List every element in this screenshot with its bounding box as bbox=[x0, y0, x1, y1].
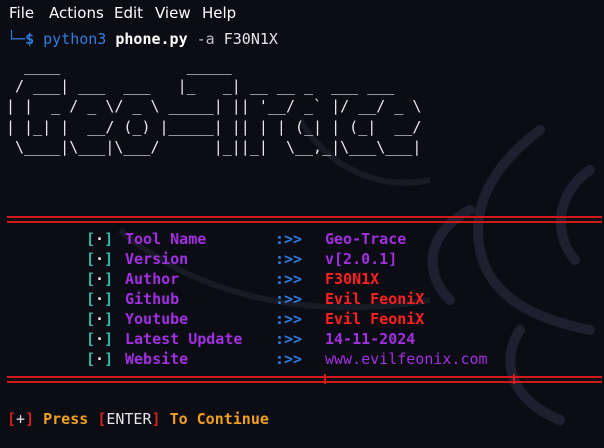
row-bracket-close: ] bbox=[104, 350, 114, 368]
enter-key-label: ENTER bbox=[106, 410, 152, 428]
info-key: Website bbox=[125, 350, 189, 368]
row-bullet: · bbox=[95, 250, 105, 268]
info-row: [·] Github :>> Evil FeoniX bbox=[86, 289, 424, 309]
top-divider bbox=[7, 216, 602, 218]
info-key: Github bbox=[125, 290, 180, 308]
info-separator: :>> bbox=[275, 330, 303, 348]
divider-column-mark bbox=[324, 374, 326, 384]
info-row: [·] Version :>> v[2.0.1] bbox=[86, 249, 397, 269]
continue-label: To Continue bbox=[169, 410, 269, 428]
info-key: Author bbox=[125, 270, 180, 288]
info-row: [·] Author :>> F30N1X bbox=[86, 269, 379, 289]
info-separator: :>> bbox=[275, 310, 303, 328]
terminal-output[interactable]: └─$ python3 phone.py -a F30N1X ____ ____… bbox=[0, 0, 604, 448]
row-bracket-close: ] bbox=[104, 270, 114, 288]
info-row: [·] Latest Update :>> 14-11-2024 bbox=[86, 329, 415, 349]
info-key: Youtube bbox=[125, 310, 189, 328]
row-bracket-open: [ bbox=[86, 290, 96, 308]
menu-actions[interactable]: Actions bbox=[49, 4, 104, 22]
info-separator: :>> bbox=[275, 290, 303, 308]
info-value: Geo-Trace bbox=[325, 230, 407, 248]
info-key: Latest Update bbox=[125, 330, 243, 348]
info-value: Evil FeoniX bbox=[325, 290, 425, 308]
prompt-bracket-open: [ bbox=[7, 410, 17, 428]
menu-help[interactable]: Help bbox=[202, 4, 236, 22]
row-bracket-close: ] bbox=[104, 310, 114, 328]
top-divider-2 bbox=[7, 221, 602, 223]
info-separator: :>> bbox=[275, 350, 303, 368]
command-program: python3 bbox=[43, 30, 107, 48]
menu-view[interactable]: View bbox=[155, 4, 191, 22]
row-bullet: · bbox=[95, 350, 105, 368]
prompt-plus: + bbox=[16, 410, 26, 428]
prompt-symbol: $ bbox=[25, 30, 35, 48]
row-bullet: · bbox=[95, 330, 105, 348]
info-value: 14-11-2024 bbox=[325, 330, 416, 348]
info-row: [·] Website :>> www.evilfeonix.com bbox=[86, 349, 488, 369]
row-bracket-open: [ bbox=[86, 230, 96, 248]
command-argument: F30N1X bbox=[223, 30, 278, 48]
menu-file[interactable]: File bbox=[9, 4, 34, 22]
ascii-banner: ____ _____ / ___| ___ ___ |_ _| __ __ _ … bbox=[6, 57, 422, 156]
enter-bracket-open: [ bbox=[97, 410, 107, 428]
info-value: Evil FeoniX bbox=[325, 310, 425, 328]
row-bracket-close: ] bbox=[104, 290, 114, 308]
command-line: └─$ python3 phone.py -a F30N1X bbox=[7, 29, 278, 49]
info-value: www.evilfeonix.com bbox=[325, 350, 488, 368]
row-bracket-close: ] bbox=[104, 250, 114, 268]
row-bracket-open: [ bbox=[86, 270, 96, 288]
row-bullet: · bbox=[95, 230, 105, 248]
info-separator: :>> bbox=[275, 250, 303, 268]
command-script: phone.py bbox=[115, 30, 188, 48]
info-row: [·] Tool Name :>> Geo-Trace bbox=[86, 229, 406, 249]
info-key: Version bbox=[125, 250, 189, 268]
command-flag: -a bbox=[196, 30, 215, 48]
info-value: v[2.0.1] bbox=[325, 250, 398, 268]
menu-bar: File Actions Edit View Help bbox=[0, 0, 604, 26]
info-separator: :>> bbox=[275, 270, 303, 288]
row-bullet: · bbox=[95, 290, 105, 308]
prompt-bracket-close: ] bbox=[25, 410, 35, 428]
continue-prompt: [+] Press [ENTER] To Continue bbox=[7, 409, 269, 429]
info-key: Tool Name bbox=[125, 230, 207, 248]
row-bracket-open: [ bbox=[86, 350, 96, 368]
row-bullet: · bbox=[95, 270, 105, 288]
press-label: Press bbox=[43, 410, 89, 428]
row-bracket-close: ] bbox=[104, 230, 114, 248]
info-value: F30N1X bbox=[325, 270, 380, 288]
divider-column-mark bbox=[513, 374, 515, 384]
row-bracket-open: [ bbox=[86, 330, 96, 348]
menu-edit[interactable]: Edit bbox=[114, 4, 143, 22]
info-separator: :>> bbox=[275, 230, 303, 248]
enter-bracket-close: ] bbox=[151, 410, 161, 428]
row-bracket-close: ] bbox=[104, 330, 114, 348]
prompt-branch: └─ bbox=[7, 30, 26, 48]
row-bullet: · bbox=[95, 310, 105, 328]
info-row: [·] Youtube :>> Evil FeoniX bbox=[86, 309, 424, 329]
row-bracket-open: [ bbox=[86, 250, 96, 268]
row-bracket-open: [ bbox=[86, 310, 96, 328]
